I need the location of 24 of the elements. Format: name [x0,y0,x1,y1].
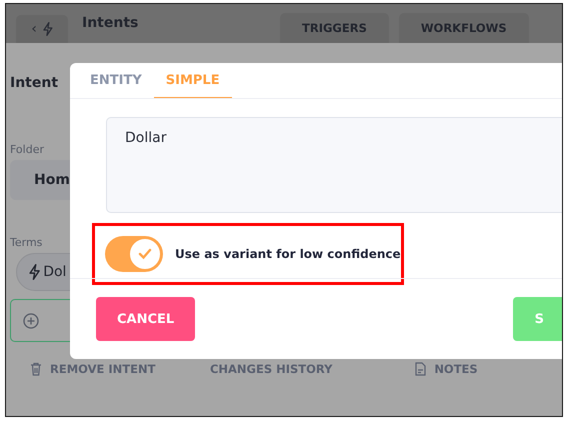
action-link[interactable]: NOTES [415,362,562,376]
page-title: Intents [82,15,140,31]
terms-label: Terms [10,236,44,249]
dialog-tab[interactable]: ENTITY [78,63,154,98]
action-link[interactable]: CHANGES HISTORY [210,362,416,376]
dialog-tab[interactable]: SIMPLE [154,63,232,98]
cancel-button[interactable]: CANCEL [96,297,196,341]
lightning-icon [29,264,40,280]
intent-heading: Intent [10,75,58,91]
header-tab[interactable]: WORKFLOWS [398,13,529,43]
folder-label: Folder [10,143,45,156]
toggle-label: Use as variant for low confidence [175,247,401,261]
submit-button[interactable]: S [512,297,562,341]
plus-circle-icon [23,312,39,328]
check-icon [138,248,152,260]
back-button[interactable]: ‹ [16,15,68,43]
header-tab[interactable]: TRIGGERS [280,13,389,43]
action-link[interactable]: REMOVE INTENT [30,362,210,376]
back-glyph: ‹ [31,21,37,37]
value-textarea[interactable]: Dollar [106,117,562,213]
document-icon [415,362,426,376]
trash-icon [30,362,42,376]
lightning-icon [42,22,53,36]
variant-toggle[interactable] [105,236,163,272]
